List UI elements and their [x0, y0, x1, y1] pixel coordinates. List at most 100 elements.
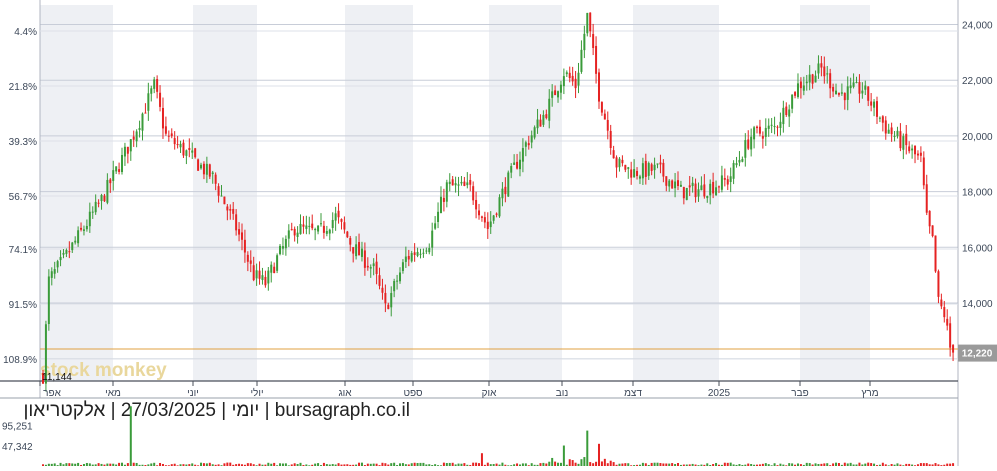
candle-body: [931, 225, 934, 237]
month-band: [193, 5, 257, 381]
candle-body: [85, 225, 88, 230]
candle-body: [925, 184, 928, 213]
candle-body: [88, 211, 91, 227]
candle-body: [419, 253, 422, 255]
candle-body: [164, 126, 167, 134]
candle-body: [281, 246, 284, 249]
candle-body: [548, 98, 551, 121]
candle-body: [208, 164, 211, 177]
candle-body: [296, 232, 299, 237]
candle-body: [331, 219, 334, 228]
candle-body: [653, 164, 656, 171]
candle-body: [220, 195, 223, 197]
candle-body: [709, 183, 712, 196]
candle-body: [290, 229, 293, 231]
candle-body: [796, 83, 799, 98]
candle-body: [738, 159, 741, 163]
volume-bar: [603, 458, 606, 466]
candle-body: [126, 146, 129, 154]
candle-body: [679, 184, 682, 187]
volume-bar: [867, 462, 870, 466]
candle-body: [565, 72, 568, 75]
candle-body: [937, 271, 940, 297]
candle-body: [551, 91, 554, 98]
price-tick-label: 22,000: [962, 76, 993, 87]
candle-body: [785, 106, 788, 116]
volume-axis: 47,342 95,251: [2, 421, 33, 452]
candle-body: [97, 202, 100, 204]
candle-body: [794, 92, 797, 96]
candle-body: [817, 63, 820, 74]
candle-body: [144, 112, 147, 114]
candle-body: [600, 102, 603, 113]
percent-tick-label: 4.4%: [14, 27, 37, 38]
candle-body: [150, 88, 153, 94]
candle-body: [715, 187, 718, 196]
y-axis-right: 14,000 16,000 18,000 20,000 22,000 24,000: [962, 20, 993, 310]
candle-body: [308, 225, 311, 227]
candle-body: [226, 206, 229, 211]
candle-body: [717, 186, 720, 188]
candle-body: [138, 128, 141, 130]
candle-body: [756, 126, 759, 129]
candle-body: [176, 144, 179, 146]
candle-body: [700, 185, 703, 191]
candle-body: [91, 211, 94, 213]
candle-body: [328, 229, 331, 234]
candle-body: [232, 208, 235, 214]
x-tick-label: נוב: [556, 388, 569, 399]
candle-body: [685, 187, 688, 200]
volume-bar: [835, 462, 838, 466]
candle-body: [240, 232, 243, 240]
percent-tick-label: 21.8%: [9, 82, 37, 93]
candle-body: [735, 163, 738, 166]
candle-body: [753, 127, 756, 140]
candle-body: [571, 75, 574, 82]
candle-body: [267, 270, 270, 284]
candle-body: [949, 323, 952, 348]
volume-tick-label: 47,342: [2, 442, 33, 453]
candle-body: [902, 136, 905, 150]
percent-tick-label: 56.7%: [9, 192, 37, 203]
candle-body: [129, 139, 132, 152]
candle-body: [518, 159, 521, 170]
candle-body: [638, 176, 641, 179]
candle-body: [592, 34, 595, 48]
candle-body: [106, 179, 109, 203]
candle-body: [837, 92, 840, 95]
volume-bar: [583, 457, 586, 466]
candle-body: [574, 78, 577, 89]
candle-body: [422, 252, 425, 254]
candle-body: [799, 81, 802, 89]
candle-body: [726, 179, 729, 185]
candle-body: [568, 72, 571, 79]
candle-body: [720, 175, 723, 190]
candle-body: [478, 210, 481, 216]
volume-bar: [360, 462, 363, 466]
candle-body: [173, 138, 176, 145]
candle-body: [779, 121, 782, 128]
candle-body: [899, 131, 902, 149]
candle-body: [943, 307, 946, 318]
candle-body: [123, 146, 126, 157]
volume-bar: [480, 453, 483, 466]
candle-body: [205, 163, 208, 175]
x-axis: אפר מאי יוני יולי אוג ספט אוק נוב דצמ 2025 פבר מרץ: [39, 381, 879, 399]
candle-body: [606, 119, 609, 131]
x-tick-label: מאי: [105, 388, 121, 399]
x-tick-label: יולי: [250, 387, 263, 399]
candle-body: [630, 169, 633, 178]
candle-body: [843, 92, 846, 101]
candle-body: [264, 276, 267, 286]
candle-body: [431, 230, 434, 248]
candle-body: [542, 114, 545, 125]
candle-body: [492, 215, 495, 221]
candle-body: [179, 143, 182, 148]
candle-body: [805, 81, 808, 84]
candle-body: [729, 176, 732, 182]
candle-body: [65, 250, 68, 254]
candle-body: [668, 180, 671, 187]
candle-body: [115, 166, 118, 172]
volume-bar: [554, 461, 557, 466]
candle-body: [100, 195, 103, 202]
